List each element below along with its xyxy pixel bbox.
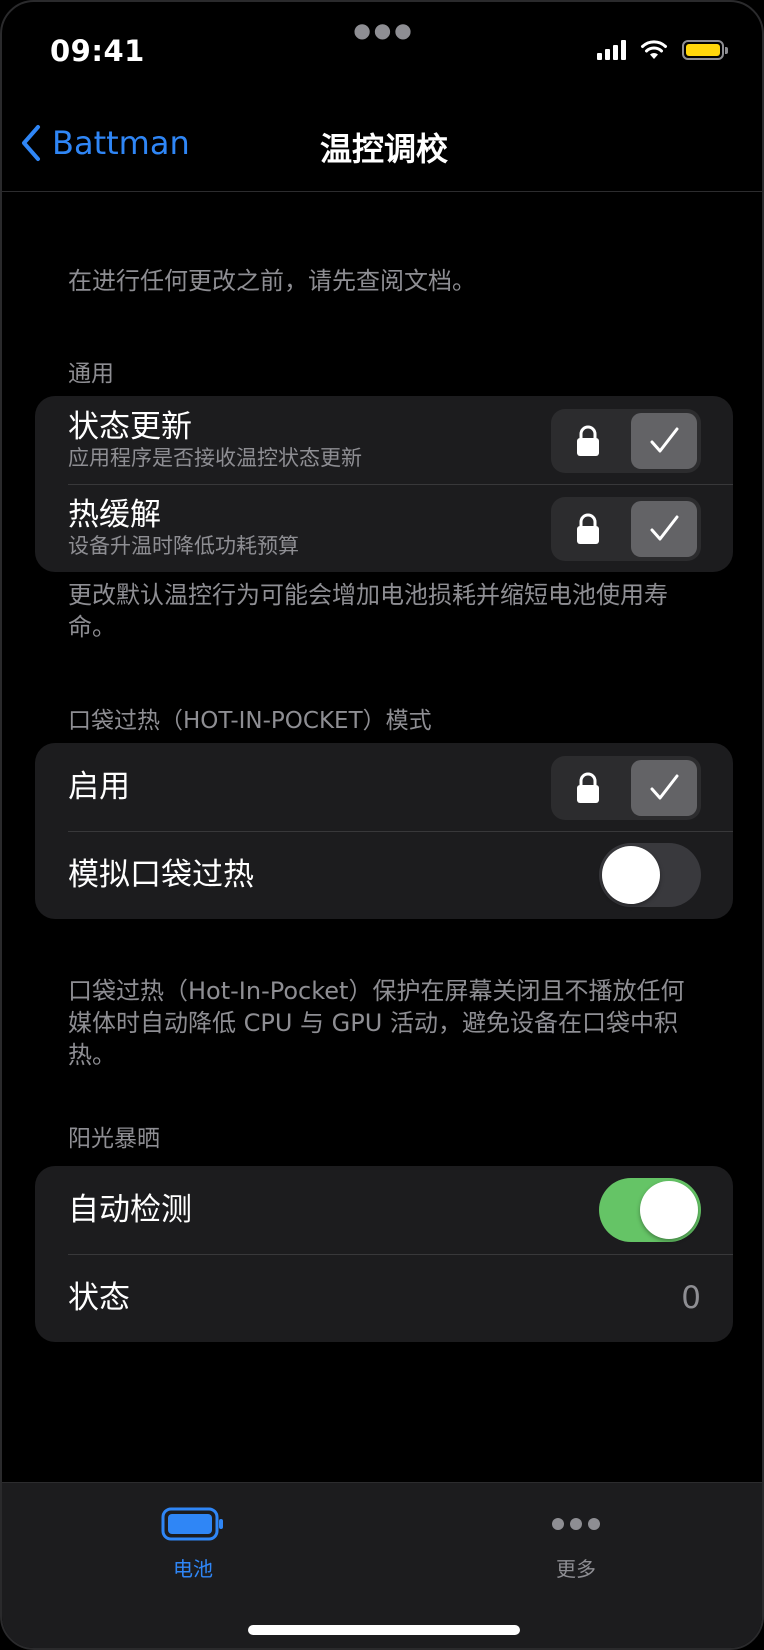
lock-icon — [551, 756, 625, 820]
row-title: 模拟口袋过热 — [68, 857, 254, 893]
tab-label: 电池 — [173, 1557, 213, 1581]
status-time: 09:41 — [50, 34, 145, 68]
row-title: 启用 — [68, 769, 130, 805]
intro-note: 在进行任何更改之前，请先查阅文档。 — [68, 267, 476, 295]
tab-more[interactable]: 更多 — [516, 1507, 636, 1582]
wifi-icon — [641, 40, 667, 59]
auto-detect-toggle[interactable] — [599, 1178, 701, 1242]
status-indicators — [597, 40, 728, 60]
status-battery-icon — [682, 40, 728, 60]
section-header-hot-in-pocket: 口袋过热（HOT-IN-POCKET）模式 — [68, 708, 432, 734]
sunlight-group: 自动检测 状态 0 — [35, 1166, 733, 1342]
row-title: 自动检测 — [68, 1192, 192, 1228]
general-footer-note: 更改默认温控行为可能会增加电池损耗并缩短电池使用寿命。 — [68, 581, 668, 641]
row-enable: 启用 — [35, 743, 733, 831]
tab-bar: 电池 更多 — [2, 1482, 762, 1648]
locked-checkbox[interactable] — [551, 497, 701, 561]
navigation-bar: Battman 温控调校 — [2, 102, 762, 192]
row-title: 状态更新 — [68, 409, 192, 445]
locked-checkbox[interactable] — [551, 756, 701, 820]
simulate-toggle[interactable] — [599, 843, 701, 907]
row-simulate-hot-in-pocket: 模拟口袋过热 — [35, 831, 733, 919]
battery-icon — [161, 1507, 223, 1541]
cellular-signal-icon — [597, 40, 626, 60]
row-subtitle: 应用程序是否接收温控状态更新 — [68, 446, 362, 470]
status-value: 0 — [681, 1280, 701, 1316]
more-icon — [552, 1518, 600, 1530]
lock-icon — [551, 497, 625, 561]
checkmark-icon[interactable] — [631, 760, 697, 816]
row-thermal-mitigation: 热缓解 设备升温时降低功耗预算 — [35, 484, 733, 572]
row-auto-detect: 自动检测 — [35, 1166, 733, 1254]
row-title: 热缓解 — [68, 497, 161, 533]
lock-icon — [551, 409, 625, 473]
tab-battery[interactable]: 电池 — [133, 1507, 253, 1582]
section-header-sunlight: 阳光暴晒 — [68, 1126, 160, 1152]
row-subtitle: 设备升温时降低功耗预算 — [68, 534, 299, 558]
checkmark-icon[interactable] — [631, 413, 697, 469]
locked-checkbox[interactable] — [551, 409, 701, 473]
checkmark-icon[interactable] — [631, 501, 697, 557]
row-title: 状态 — [68, 1280, 130, 1316]
hot-in-pocket-footer-note: 口袋过热（Hot-In-Pocket）保护在屏幕关闭且不播放任何媒体时自动降低 … — [68, 977, 685, 1069]
row-status-update: 状态更新 应用程序是否接收温控状态更新 — [35, 396, 733, 484]
home-indicator[interactable] — [248, 1625, 520, 1635]
tab-label: 更多 — [556, 1557, 596, 1581]
general-group: 状态更新 应用程序是否接收温控状态更新 热缓解 设备升温时降低功耗预算 — [35, 396, 733, 572]
row-status: 状态 0 — [35, 1254, 733, 1342]
section-header-general: 通用 — [68, 361, 114, 387]
page-title: 温控调校 — [319, 130, 448, 168]
hot-in-pocket-group: 启用 模拟口袋过热 — [35, 743, 733, 919]
app-screen: ●●● 09:41 Battman 温控调校 在进行任何更改之前，请先查阅文档。… — [0, 0, 764, 1650]
